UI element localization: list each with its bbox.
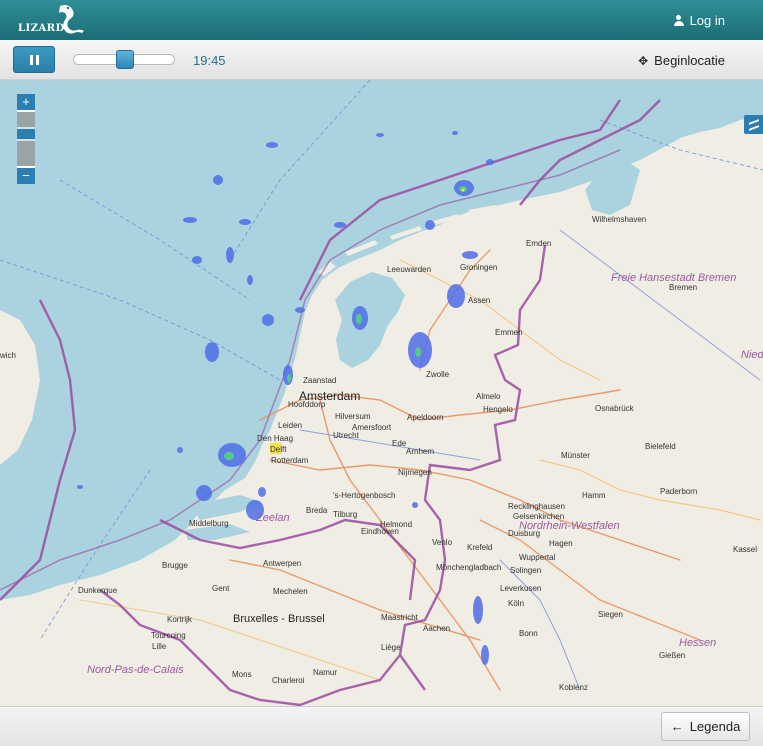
label-lille: Lille	[152, 642, 167, 651]
user-icon	[673, 15, 684, 26]
arrow-left-icon: ←	[670, 719, 684, 734]
login-button[interactable]: Log in	[673, 13, 725, 28]
label-delft: Delft	[270, 445, 287, 454]
timeline-slider-handle[interactable]	[116, 50, 134, 69]
login-label: Log in	[689, 13, 725, 28]
label-leverkusen: Leverkusen	[500, 584, 541, 593]
label-hilversum: Hilversum	[335, 412, 371, 421]
label-dunkerque: Dunkerque	[78, 586, 118, 595]
label-krefeld: Krefeld	[467, 543, 492, 552]
label-koblenz: Koblenz	[559, 683, 588, 692]
label-namur: Namur	[313, 668, 337, 677]
zoom-out-button[interactable]: −	[17, 168, 35, 184]
beginlocatie-button[interactable]: ✥ Beginlocatie	[638, 53, 725, 68]
label-arnhem: Arnhem	[406, 447, 434, 456]
beginlocatie-label: Beginlocatie	[654, 53, 725, 68]
logo-text: LIZARD	[18, 23, 65, 34]
label-rotterdam: Rotterdam	[271, 456, 309, 465]
label-liege: Liège	[381, 643, 401, 652]
move-arrows-icon: ✥	[638, 53, 649, 68]
zoom-in-button[interactable]: +	[17, 94, 35, 110]
label-kassel: Kassel	[733, 545, 757, 554]
layer-switcher-button[interactable]	[744, 115, 763, 134]
label-hengelo: Hengelo	[483, 405, 513, 414]
label-wuppertal: Wuppertal	[519, 553, 556, 562]
label-brugge: Brugge	[162, 561, 188, 570]
legenda-button[interactable]: ← Legenda	[661, 712, 750, 741]
label-den-haag: Den Haag	[257, 434, 293, 443]
label-paderborn: Paderborn	[660, 487, 697, 496]
label-emden: Emden	[526, 239, 551, 248]
label-gent: Gent	[212, 584, 230, 593]
label-middelburg: Middelburg	[189, 519, 229, 528]
label-helmond: Helmond	[380, 520, 412, 529]
label-apeldoorn: Apeldoorn	[407, 413, 443, 422]
label-maastricht: Maastricht	[381, 613, 419, 622]
label-siegen: Siegen	[598, 610, 623, 619]
label-recklinghausen: Recklinghausen	[508, 502, 565, 511]
legenda-label: Legenda	[689, 719, 741, 734]
pause-icon	[29, 54, 39, 65]
timeline-toolbar: 19:45 ✥ Beginlocatie	[0, 40, 763, 80]
label-bruxelles: Bruxelles - Brussel	[233, 613, 325, 625]
map-view[interactable]: Amsterdam Zaanstad Hoofddorp Hilversum A…	[0, 80, 763, 706]
label-zaanstad: Zaanstad	[303, 376, 336, 385]
label-ede: Ede	[392, 439, 407, 448]
label-den-bosch: 's-Hertogenbosch	[333, 491, 395, 500]
label-giessen: Gießen	[659, 651, 685, 660]
label-emmen: Emmen	[495, 328, 523, 337]
label-munster: Münster	[561, 451, 590, 460]
label-nieder: Nieder	[741, 349, 763, 361]
label-aachen: Aachen	[423, 624, 450, 633]
label-breda: Breda	[306, 506, 328, 515]
label-mechelen: Mechelen	[273, 587, 308, 596]
timeline-slider[interactable]	[73, 50, 175, 69]
label-tourcoing: Tourcoing	[151, 631, 186, 640]
label-zwolle: Zwolle	[426, 370, 450, 379]
label-osnabruck: Osnabrück	[595, 404, 635, 413]
label-venlo: Venlo	[432, 538, 453, 547]
lizard-logo[interactable]: LIZARD	[12, 2, 92, 38]
label-hessen: Hessen	[679, 637, 716, 649]
label-bremen: Bremen	[669, 283, 697, 292]
label-utrecht: Utrecht	[333, 431, 360, 440]
label-monchengladbach: Mönchengladbach	[436, 563, 501, 572]
label-groningen: Groningen	[460, 263, 497, 272]
label-norwich: wich	[0, 351, 16, 360]
label-hagen: Hagen	[549, 539, 573, 548]
label-tilburg: Tilburg	[333, 510, 357, 519]
label-hoofddorp: Hoofddorp	[288, 400, 326, 409]
zoom-slider-handle[interactable]	[17, 127, 35, 142]
label-leiden: Leiden	[278, 421, 302, 430]
current-time: 19:45	[193, 53, 226, 68]
label-almelo: Almelo	[476, 392, 501, 401]
zoom-slider-track[interactable]	[17, 110, 35, 168]
label-hamm: Hamm	[582, 491, 606, 500]
label-nijmegen: Nijmegen	[398, 468, 432, 477]
label-leeuwarden: Leeuwarden	[387, 265, 431, 274]
bottom-bar: ← Legenda	[0, 706, 763, 746]
label-bremen-state: Freie Hansestadt Bremen	[611, 272, 736, 284]
label-charleroi: Charleroi	[272, 676, 305, 685]
label-bonn: Bonn	[519, 629, 538, 638]
label-koln: Köln	[508, 599, 524, 608]
zoom-control: + −	[17, 94, 35, 184]
pause-button[interactable]	[13, 46, 55, 73]
label-solingen: Solingen	[510, 566, 541, 575]
label-nord-pas-de-calais: Nord-Pas-de-Calais	[87, 664, 184, 676]
label-assen: Assen	[468, 296, 490, 305]
label-zeeland: Zeelan	[255, 512, 290, 524]
label-antwerpen: Antwerpen	[263, 559, 301, 568]
label-nrw: Nordrhein-Westfalen	[519, 520, 620, 532]
label-wilhelmshaven: Wilhelmshaven	[592, 215, 646, 224]
label-kortrijk: Kortrijk	[167, 615, 193, 624]
label-bielefeld: Bielefeld	[645, 442, 676, 451]
top-navbar: LIZARD Log in	[0, 0, 763, 40]
layers-icon	[748, 118, 759, 131]
label-mons: Mons	[232, 670, 252, 679]
map-canvas[interactable]: Amsterdam Zaanstad Hoofddorp Hilversum A…	[0, 80, 763, 706]
